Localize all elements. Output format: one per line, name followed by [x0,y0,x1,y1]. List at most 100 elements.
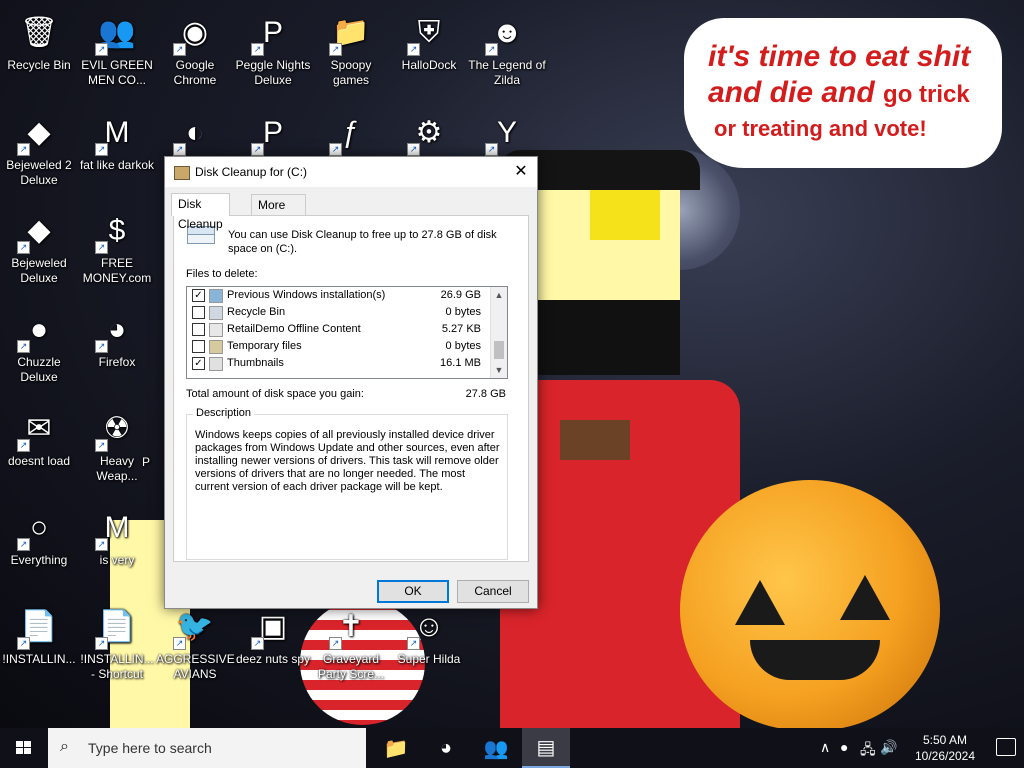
speech-bubble: it's time to eat shit and die and go tri… [684,18,1002,168]
shortcut-arrow-icon: ↗ [329,43,342,56]
shortcut-arrow-icon: ↗ [173,143,186,156]
shortcut-arrow-icon: ↗ [485,43,498,56]
file-row[interactable]: ✓ Previous Windows installation(s) 26.9 GB [187,287,487,304]
green-men-taskbar-icon[interactable]: 👥 [472,728,520,768]
desktop-icon[interactable]: ☺ ↗ Super Hilda [390,602,468,667]
network-icon[interactable]: 🖧 [860,739,876,763]
taskbar-search[interactable]: ⌕ Type here to search [48,728,366,768]
desktop-icon[interactable]: M ↗ is very [78,503,156,568]
ok-button[interactable]: OK [377,580,449,603]
volume-icon[interactable]: 🔊 [880,739,897,756]
desktop-icon[interactable]: ○ ↗ Everything [0,503,78,568]
shortcut-arrow-icon: ↗ [407,43,420,56]
files-list[interactable]: ✓ Previous Windows installation(s) 26.9 GB… [186,286,508,379]
file-checkbox[interactable] [192,340,205,353]
desktop-icon-label: !INSTALLIN... - Shortcut [80,652,154,681]
file-checkbox[interactable] [192,306,205,319]
dialog-titlebar[interactable]: Disk Cleanup for (C:) ✕ [165,157,537,187]
shortcut-arrow-icon: ↗ [407,143,420,156]
bubble-line-2: and die and go trick [708,76,970,110]
file-row[interactable]: RetailDemo Offline Content 5.27 KB [187,321,487,338]
pumpkin-mouth [750,640,880,680]
desktop-icon[interactable]: ƒ ↗ [312,108,390,158]
desktop-icon-label: HalloDock [401,58,457,72]
desktop-icon[interactable]: P ↗ [234,108,312,158]
search-icon: ⌕ [60,738,69,755]
shortcut-arrow-icon: ↗ [17,637,30,650]
tray-chevron-icon[interactable]: ∧ [820,739,830,756]
file-name: Thumbnails [227,357,284,369]
file-type-icon [209,340,223,354]
desktop-icon-label: FREE MONEY.com [82,256,152,285]
desktop-icon[interactable]: ◆ ↗ Bejeweled 2 Deluxe [0,108,78,188]
scroll-up-icon[interactable]: ▲ [491,287,507,303]
windows-stack-icon: ▣ ↗ [249,602,297,650]
scroll-down-icon[interactable]: ▼ [491,362,507,378]
zilda-icon: ☻ ↗ [483,8,531,56]
desktop-icon[interactable]: ☢ ↗ Heavy Weap... [78,404,156,484]
desktop-icon[interactable]: ⛨ ↗ HalloDock [390,8,468,73]
tab-disk-cleanup[interactable]: Disk Cleanup [171,193,230,231]
desktop-icon[interactable]: ◆ ↗ Bejeweled Deluxe [0,206,78,286]
desktop-icon-label: The Legend of Zilda [468,58,546,87]
file-name: Recycle Bin [227,306,286,318]
file-row[interactable]: ✓ Thumbnails 16.1 MB [187,355,487,372]
file-checkbox[interactable]: ✓ [192,357,205,370]
desktop-icon[interactable]: M ↗ fat like darkok [78,108,156,173]
windows-shield-icon: ⛨ ↗ [405,8,453,56]
desktop-icon[interactable]: ● ↗ Chuzzle Deluxe [0,305,78,385]
tab-more-options[interactable]: More Options [251,194,307,232]
desktop-icon[interactable]: ◉ ↗ Google Chrome [156,8,234,88]
cancel-button[interactable]: Cancel [457,580,529,603]
desktop-icon[interactable]: 📄 ↗ !INSTALLIN... - Shortcut [78,602,156,682]
peggle-deluxe-icon: P ↗ [249,108,297,156]
desktop-icon[interactable]: P ↗ Peggle Nights Deluxe [234,8,312,88]
file-name: Temporary files [227,340,302,352]
firefox-taskbar-icon[interactable]: ◕ [422,728,470,768]
files-scrollbar[interactable]: ▲ ▼ [490,287,507,378]
file-row[interactable]: Recycle Bin 0 bytes [187,304,487,321]
desktop-icon[interactable]: 🗑 Recycle Bin [0,8,78,73]
total-value: 27.8 GB [465,388,506,400]
desktop-icon[interactable]: ◐ ↗ [156,108,234,158]
desktop-icon[interactable]: 📁 ↗ Spoopy games [312,8,390,88]
file-checkbox[interactable] [192,323,205,336]
clock-date: 10/26/2024 [914,749,976,763]
total-label: Total amount of disk space you gain: [186,388,364,400]
file-row[interactable]: Temporary files 0 bytes [187,338,487,355]
notification-icon[interactable] [996,738,1016,756]
intro-text: You can use Disk Cleanup to free up to 2… [228,229,497,255]
desktop-icon[interactable]: Y ↗ [468,108,546,158]
graveyard-icon: ✝ ↗ [327,602,375,650]
file-name: Previous Windows installation(s) [227,289,386,301]
desktop-icon[interactable]: 📄 ↗ !INSTALLIN... [0,602,78,667]
close-button[interactable]: ✕ [505,157,537,187]
disk-cleanup-taskbar-icon[interactable]: ▤ [522,728,570,768]
bejeweled-icon: ◆ ↗ [15,206,63,254]
file-explorer-icon[interactable]: 📁 [372,728,420,768]
clock[interactable]: 5:50 AM 10/26/2024 [910,732,980,764]
desktop-icon[interactable]: 🐦 ↗ AGGRESSIVE AVIANS [156,602,235,682]
desktop-icon[interactable]: ✉ ↗ doesnt load [0,404,78,469]
scroll-thumb[interactable] [494,341,504,359]
desktop-icon[interactable]: 👥 ↗ EVIL GREEN MEN CO... [78,8,156,88]
file-checkbox[interactable]: ✓ [192,289,205,302]
file-name: RetailDemo Offline Content [227,323,361,335]
desktop-icon[interactable]: ✝ ↗ Graveyard Party Scre... [312,602,390,682]
description-label: Description [193,407,255,419]
desktop-icon[interactable]: ◕ ↗ Firefox [78,305,156,370]
desktop-icon[interactable]: ▣ ↗ deez nuts spy [234,602,312,667]
tray-green-men-icon[interactable]: ● [840,739,848,755]
partial-icon-label: P [142,455,151,469]
desktop-icon-label: Chuzzle Deluxe [17,355,61,384]
folder-icon: 📁 ↗ [327,8,375,56]
document-icon: 📄 ↗ [15,602,63,650]
shortcut-arrow-icon: ↗ [485,143,498,156]
desktop-icon[interactable]: ☻ ↗ The Legend of Zilda [468,8,546,88]
desktop-icon-label: !INSTALLIN... [2,652,76,666]
start-button[interactable] [0,728,48,768]
desktop-icon[interactable]: $ ↗ FREE MONEY.com [78,206,156,286]
peggle-icon: P ↗ [249,8,297,56]
desktop-icon-label: Graveyard Party Scre... [317,652,385,681]
desktop-icon[interactable]: ⚙ ↗ [390,108,468,158]
